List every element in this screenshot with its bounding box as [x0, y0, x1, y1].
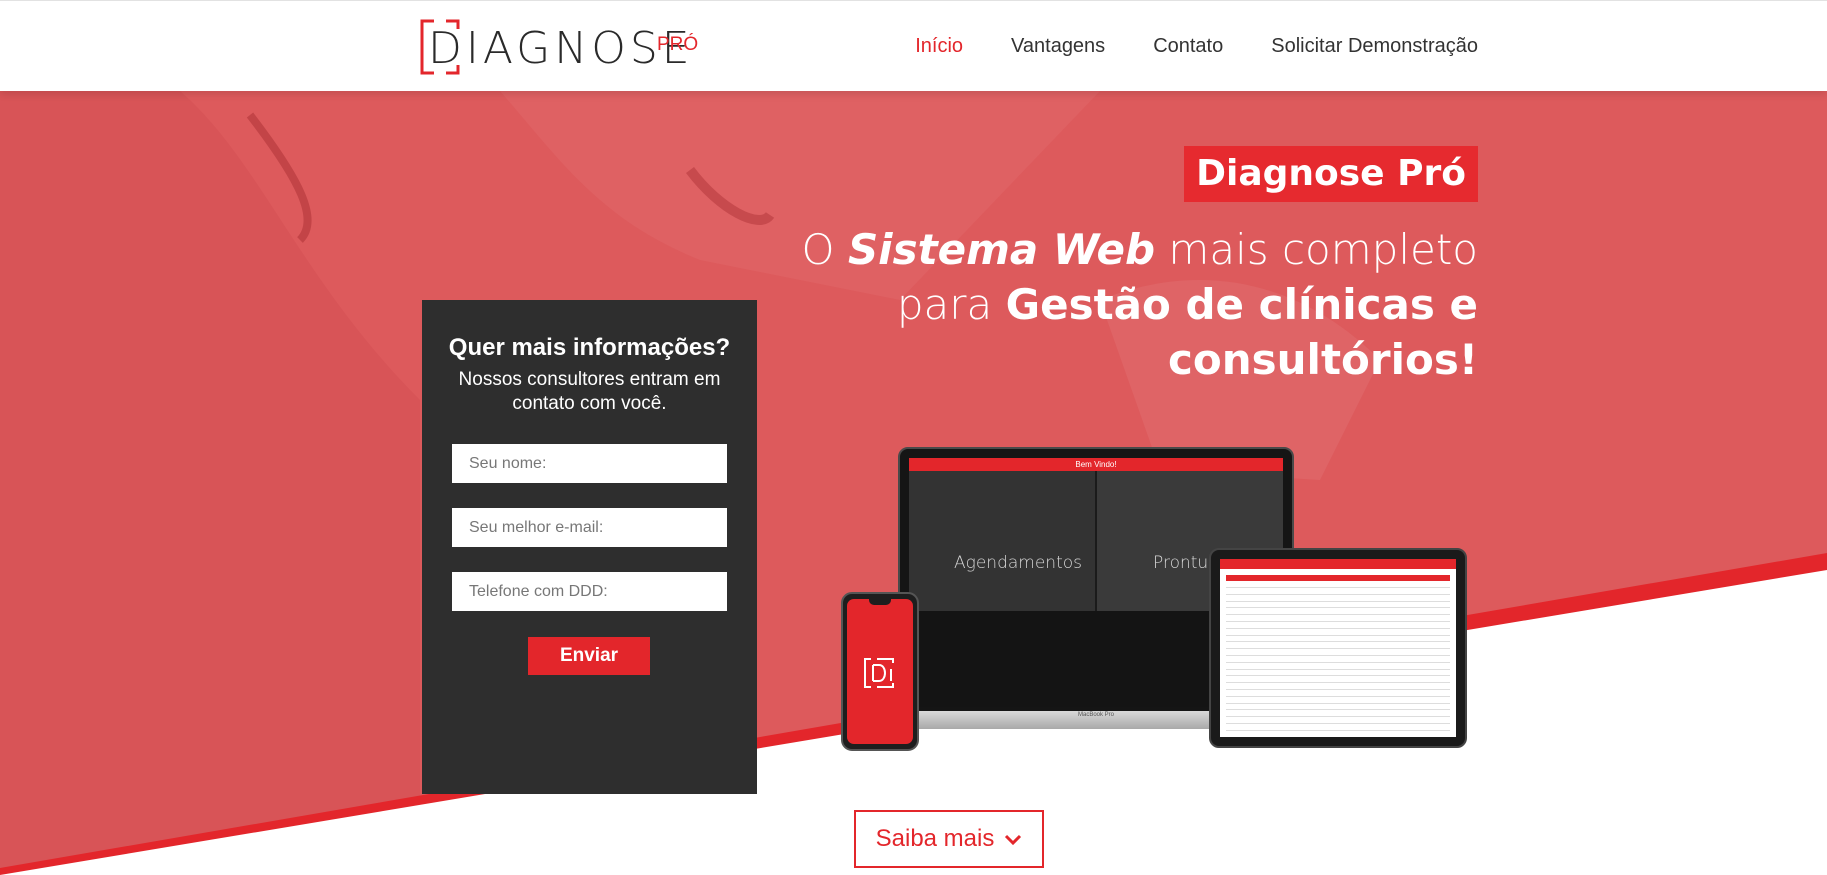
headline-part-1: O — [801, 225, 848, 274]
laptop-app-bar: Bem Vindo! — [909, 458, 1283, 471]
form-title: Quer mais informações? — [448, 334, 731, 361]
tablet-table-row — [1226, 607, 1450, 609]
phone-logo-icon — [864, 658, 894, 688]
tablet-table-row — [1226, 675, 1450, 677]
tablet-table-row — [1226, 593, 1450, 595]
tablet-table-row — [1226, 689, 1450, 690]
headline-italic: Sistema Web — [847, 225, 1156, 274]
main-nav: Início Vantagens Contato Solicitar Demon… — [915, 1, 1478, 92]
saiba-mais-label: Saiba mais — [875, 825, 995, 852]
nav-link-contato[interactable]: Contato — [1153, 35, 1223, 58]
tablet-table-row — [1226, 627, 1450, 629]
phone-notch — [869, 599, 891, 605]
tablet-table-row — [1226, 621, 1450, 622]
logo[interactable]: DIAGNOSE PRÓ — [420, 19, 700, 75]
tablet-table-row — [1226, 682, 1450, 684]
tablet-table-row — [1226, 716, 1450, 718]
logo-text: DIAGNOSE — [428, 23, 694, 74]
tablet-table-row — [1226, 634, 1450, 636]
tablet-table-header — [1226, 575, 1450, 581]
laptop-welcome-text: Bem Vindo! — [1075, 460, 1117, 469]
headline-bold: Gestão de clínicas e consultórios! — [1005, 280, 1478, 384]
phone-screen — [847, 599, 913, 744]
form-subtitle: Nossos consultores entram em contato com… — [458, 369, 721, 414]
saiba-mais-button[interactable]: Saiba mais — [854, 810, 1044, 868]
laptop-tile-label-1: Agendamentos — [954, 553, 1082, 573]
tablet-table-row — [1226, 702, 1450, 704]
email-input[interactable] — [452, 508, 727, 547]
tablet-table-row — [1226, 641, 1450, 643]
logo-suffix: PRÓ — [657, 34, 699, 55]
landing-page: DIAGNOSE PRÓ Início Vantagens Contato So… — [0, 0, 1827, 875]
phone-mockup — [841, 592, 919, 751]
chevron-down-icon — [1005, 834, 1022, 846]
contact-form: Quer mais informações? Nossos consultore… — [422, 300, 757, 794]
site-header: DIAGNOSE PRÓ Início Vantagens Contato So… — [0, 0, 1827, 91]
brand-badge: Diagnose Pró — [1184, 146, 1478, 202]
tablet-screen — [1220, 559, 1456, 737]
tablet-table-row — [1226, 661, 1450, 663]
tablet-mockup — [1209, 548, 1467, 748]
tablet-table-row — [1226, 614, 1450, 616]
tablet-table-row — [1226, 723, 1450, 724]
tablet-table-row — [1226, 668, 1450, 670]
nav-link-inicio[interactable]: Início — [915, 35, 963, 58]
tablet-table-row — [1226, 600, 1450, 602]
tablet-table-row — [1226, 648, 1450, 650]
tablet-app-bar — [1220, 559, 1456, 569]
tablet-table-row — [1226, 695, 1450, 697]
hero-headline: O Sistema Web mais completo para Gestão … — [758, 222, 1478, 387]
tablet-table-row — [1226, 729, 1450, 731]
phone-input[interactable] — [452, 572, 727, 611]
nav-link-solicitar-demonstracao[interactable]: Solicitar Demonstração — [1271, 35, 1478, 58]
tablet-table-row — [1226, 655, 1450, 656]
tablet-table-row — [1226, 709, 1450, 711]
name-input[interactable] — [452, 444, 727, 483]
tablet-table-row — [1226, 587, 1450, 588]
nav-link-vantagens[interactable]: Vantagens — [1011, 35, 1105, 58]
submit-button[interactable]: Enviar — [528, 637, 650, 675]
